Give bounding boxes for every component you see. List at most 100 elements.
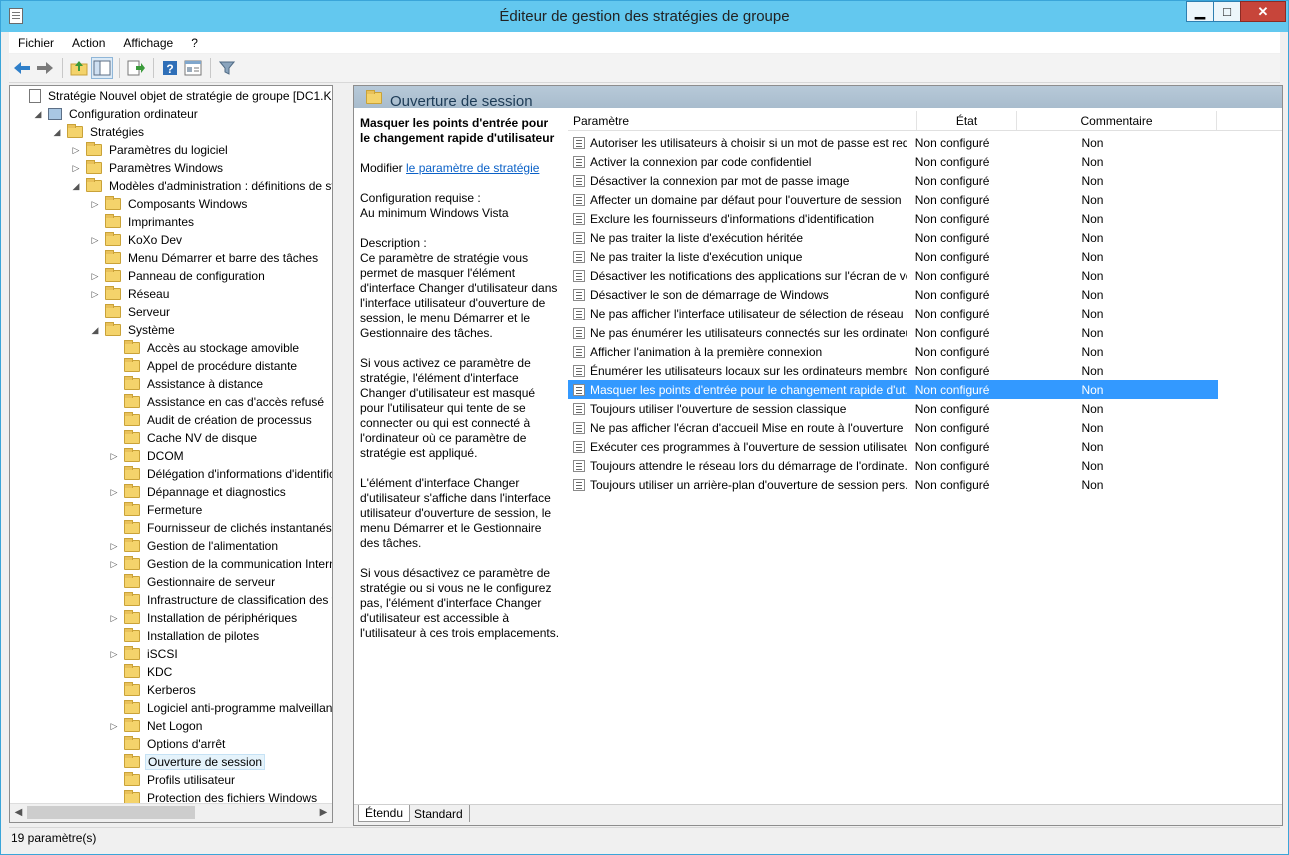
tree-item[interactable]: KDC bbox=[108, 663, 174, 681]
tree-item[interactable]: Assistance en cas d'accès refusé bbox=[108, 393, 326, 411]
list-item[interactable]: Toujours attendre le réseau lors du déma… bbox=[568, 456, 1218, 475]
list-item[interactable]: Désactiver les notifications des applica… bbox=[568, 266, 1218, 285]
tree-item[interactable]: Imprimantes bbox=[89, 213, 196, 231]
collapse-icon[interactable]: ◢ bbox=[70, 180, 82, 192]
tree-item[interactable]: ▷ Réseau bbox=[89, 285, 171, 303]
edit-policy-link[interactable]: le paramètre de stratégie bbox=[406, 161, 539, 175]
expand-icon[interactable]: ▷ bbox=[108, 558, 120, 570]
list-item[interactable]: Autoriser les utilisateurs à choisir si … bbox=[568, 133, 1218, 152]
tree-horizontal-scrollbar[interactable]: ◀ ▶ bbox=[10, 803, 332, 822]
tree-item[interactable]: ▷ Paramètres Windows bbox=[70, 159, 225, 177]
column-parametre[interactable]: Paramètre bbox=[568, 111, 917, 130]
tree-item[interactable]: Ouverture de session bbox=[108, 753, 266, 771]
tree-item[interactable]: ◢ Stratégies bbox=[51, 123, 146, 141]
help-icon[interactable]: ? bbox=[159, 57, 181, 79]
menu-fichier[interactable]: Fichier bbox=[9, 36, 63, 50]
list-item[interactable]: Affecter un domaine par défaut pour l'ou… bbox=[568, 190, 1218, 209]
tree-item[interactable]: ▷ Dépannage et diagnostics bbox=[108, 483, 288, 501]
tree-item[interactable]: ◢ Système bbox=[89, 321, 177, 339]
menu-action[interactable]: Action bbox=[63, 36, 114, 50]
back-icon[interactable] bbox=[11, 57, 33, 79]
list-item[interactable]: Toujours utiliser un arrière-plan d'ouve… bbox=[568, 475, 1218, 494]
list-item[interactable]: Ne pas afficher l'interface utilisateur … bbox=[568, 304, 1218, 323]
scroll-left-icon[interactable]: ◀ bbox=[10, 804, 27, 821]
tree-item[interactable]: Protection des fichiers Windows bbox=[108, 789, 319, 804]
minimize-button[interactable]: ▁ bbox=[1186, 1, 1214, 22]
list-item[interactable]: Exécuter ces programmes à l'ouverture de… bbox=[568, 437, 1218, 456]
tree-item[interactable]: Menu Démarrer et barre des tâches bbox=[89, 249, 320, 267]
properties-icon[interactable] bbox=[182, 57, 204, 79]
tree-item[interactable]: ▷ Net Logon bbox=[108, 717, 204, 735]
expand-icon[interactable]: ▷ bbox=[108, 648, 120, 660]
tree-item[interactable]: ◢ Modèles d'administration : définitions … bbox=[70, 177, 332, 195]
tree-item[interactable]: Gestionnaire de serveur bbox=[108, 573, 277, 591]
menu-help[interactable]: ? bbox=[182, 36, 207, 50]
tree-item[interactable]: Délégation d'informations d'identificati… bbox=[108, 465, 332, 483]
list-item[interactable]: Activer la connexion par code confidenti… bbox=[568, 152, 1218, 171]
maximize-button[interactable]: □ bbox=[1213, 1, 1241, 22]
list-item[interactable]: Désactiver le son de démarrage de Window… bbox=[568, 285, 1218, 304]
close-button[interactable]: ✕ bbox=[1240, 1, 1286, 22]
list-item[interactable]: Désactiver la connexion par mot de passe… bbox=[568, 171, 1218, 190]
collapse-icon[interactable]: ◢ bbox=[32, 108, 44, 120]
tree-item[interactable]: ◢ Configuration ordinateur bbox=[32, 105, 200, 123]
tree-item[interactable]: ▷ Paramètres du logiciel bbox=[70, 141, 230, 159]
expand-icon[interactable]: ▷ bbox=[89, 234, 101, 246]
list-item[interactable]: Ne pas énumérer les utilisateurs connect… bbox=[568, 323, 1218, 342]
list-item[interactable]: Énumérer les utilisateurs locaux sur les… bbox=[568, 361, 1218, 380]
tree-item[interactable]: ▷ Gestion de l'alimentation bbox=[108, 537, 280, 555]
expand-icon[interactable]: ▷ bbox=[108, 540, 120, 552]
show-hide-tree-icon[interactable] bbox=[91, 57, 113, 79]
expand-icon[interactable]: ▷ bbox=[108, 450, 120, 462]
column-etat[interactable]: État bbox=[917, 111, 1017, 130]
tree-item[interactable]: Fournisseur de clichés instantanés du pa… bbox=[108, 519, 332, 537]
tree-item[interactable]: ▷ Panneau de configuration bbox=[89, 267, 267, 285]
tab-standard[interactable]: Standard bbox=[408, 805, 470, 822]
expand-icon[interactable]: ▷ bbox=[89, 288, 101, 300]
expand-icon[interactable]: ▷ bbox=[70, 144, 82, 156]
tree-item[interactable]: Assistance à distance bbox=[108, 375, 265, 393]
forward-icon[interactable] bbox=[34, 57, 56, 79]
tree-item[interactable]: Profils utilisateur bbox=[108, 771, 237, 789]
tree-item[interactable]: ▷ iSCSI bbox=[108, 645, 180, 663]
list-item[interactable]: Toujours utiliser l'ouverture de session… bbox=[568, 399, 1218, 418]
expand-icon[interactable]: ▷ bbox=[108, 486, 120, 498]
tree-item[interactable]: ▷ Composants Windows bbox=[89, 195, 249, 213]
tree-item[interactable]: Serveur bbox=[89, 303, 172, 321]
export-list-icon[interactable] bbox=[125, 57, 147, 79]
tree-item[interactable]: Infrastructure de classification des fic… bbox=[108, 591, 332, 609]
up-folder-icon[interactable] bbox=[68, 57, 90, 79]
tree-item[interactable]: Appel de procédure distante bbox=[108, 357, 299, 375]
scroll-right-icon[interactable]: ▶ bbox=[315, 804, 332, 821]
tree-item[interactable]: Stratégie Nouvel objet de stratégie de g… bbox=[13, 87, 332, 105]
list-item[interactable]: Afficher l'animation à la première conne… bbox=[568, 342, 1218, 361]
tree-item[interactable]: ▷ Gestion de la communication Internet bbox=[108, 555, 332, 573]
tree-item[interactable]: ▷ KoXo Dev bbox=[89, 231, 184, 249]
tree-item[interactable]: Accès au stockage amovible bbox=[108, 339, 301, 357]
menu-affichage[interactable]: Affichage bbox=[114, 36, 182, 50]
expand-icon[interactable]: ▷ bbox=[70, 162, 82, 174]
list-item[interactable]: Ne pas traiter la liste d'exécution uniq… bbox=[568, 247, 1218, 266]
collapse-icon[interactable]: ◢ bbox=[89, 324, 101, 336]
expand-icon[interactable]: ▷ bbox=[108, 612, 120, 624]
tree-item[interactable]: Audit de création de processus bbox=[108, 411, 314, 429]
list-item[interactable]: Ne pas traiter la liste d'exécution héri… bbox=[568, 228, 1218, 247]
expand-icon[interactable]: ▷ bbox=[108, 720, 120, 732]
expand-icon[interactable]: ▷ bbox=[89, 270, 101, 282]
list-item[interactable]: Masquer les points d'entrée pour le chan… bbox=[568, 380, 1218, 399]
scroll-thumb[interactable] bbox=[27, 806, 195, 819]
tree-item[interactable]: ▷ Installation de périphériques bbox=[108, 609, 299, 627]
tree-item[interactable]: Fermeture bbox=[108, 501, 204, 519]
tree-item[interactable]: Kerberos bbox=[108, 681, 198, 699]
collapse-icon[interactable]: ◢ bbox=[51, 126, 63, 138]
tab-etendu[interactable]: Étendu bbox=[358, 805, 411, 822]
tree-item[interactable]: Cache NV de disque bbox=[108, 429, 259, 447]
list-item[interactable]: Ne pas afficher l'écran d'accueil Mise e… bbox=[568, 418, 1218, 437]
tree-item[interactable]: Options d'arrêt bbox=[108, 735, 227, 753]
tree-item[interactable]: Logiciel anti-programme malveillant à la… bbox=[108, 699, 332, 717]
tree-item[interactable]: Installation de pilotes bbox=[108, 627, 261, 645]
title-bar[interactable]: Éditeur de gestion des stratégies de gro… bbox=[1, 1, 1288, 32]
list-item[interactable]: Exclure les fournisseurs d'informations … bbox=[568, 209, 1218, 228]
expand-icon[interactable]: ▷ bbox=[89, 198, 101, 210]
tree-item[interactable]: ▷ DCOM bbox=[108, 447, 186, 465]
